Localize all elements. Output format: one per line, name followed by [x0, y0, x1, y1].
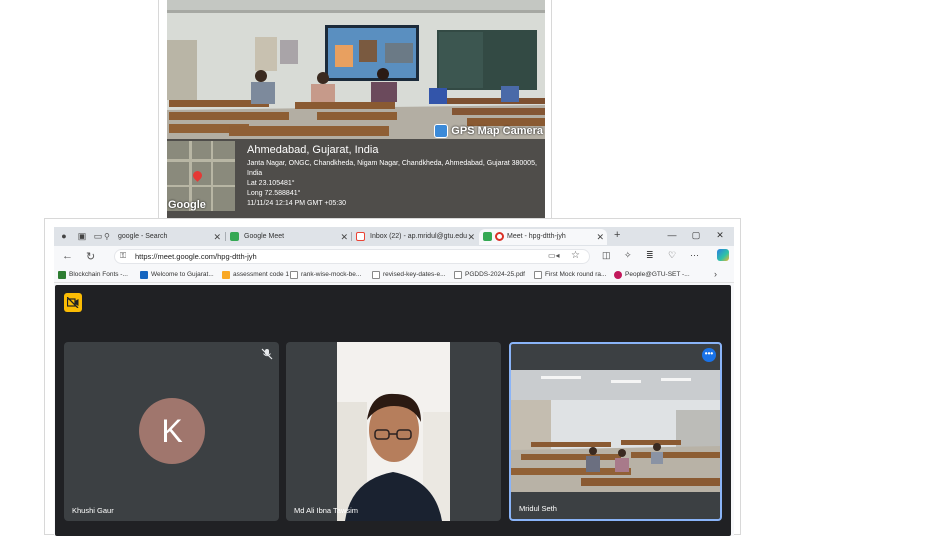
extensions-icon[interactable]: ✧ [624, 250, 632, 261]
meet-icon [483, 232, 492, 241]
tab-google-search[interactable]: ⚲ google - Search ✕ [100, 229, 224, 245]
geo-datetime: 11/11/24 12:14 PM GMT +05:30 [247, 200, 347, 207]
bookmark-item[interactable]: assessment code 1 [222, 269, 289, 281]
participant-name: Md Ali Ibna Tawsim [294, 506, 359, 515]
classroom-video-frame [511, 370, 720, 492]
minimize-icon[interactable]: — [666, 230, 678, 240]
geo-latitude: Lat 23.105481° [247, 180, 295, 187]
workspaces-icon[interactable]: ▣ [76, 230, 88, 242]
back-icon[interactable]: ← [62, 250, 73, 262]
geo-longitude: Long 72.588841° [247, 190, 301, 197]
bookmark-favicon [58, 271, 66, 279]
participant-tile-mridul[interactable]: ••• Mridul Seth [509, 342, 722, 521]
geo-city: Ahmedabad, Gujarat, India [247, 144, 379, 156]
meet-icon [230, 232, 239, 241]
close-icon[interactable]: ✕ [340, 229, 348, 245]
bookmark-item[interactable]: First Mock round ra... [534, 269, 606, 281]
map-thumbnail: Google [167, 141, 235, 211]
tab-meet-active[interactable]: Meet - hpg-dtth-jyh ✕ [479, 229, 607, 245]
search-icon: ⚲ [104, 232, 110, 241]
bookmark-label: assessment code 1 [233, 271, 290, 278]
site-info-icon[interactable]: ⚿ [120, 251, 126, 261]
folder-icon [222, 271, 230, 279]
maximize-icon[interactable]: ▢ [690, 230, 702, 241]
file-icon [454, 271, 462, 279]
close-icon[interactable]: ✕ [213, 229, 221, 245]
camera-off-button[interactable] [64, 293, 82, 312]
gps-badge-label: GPS Map Camera [451, 125, 543, 137]
bookmark-label: Welcome to Gujarat... [151, 271, 214, 278]
bookmark-item[interactable]: Welcome to Gujarat... [140, 269, 214, 281]
bookmarks-bar: Blockchain Fonts -... Welcome to Gujarat… [54, 267, 734, 283]
refresh-icon[interactable]: ↻ [86, 250, 95, 263]
map-pin-icon [191, 169, 204, 182]
copilot-icon[interactable] [717, 249, 729, 261]
more-menu-icon[interactable]: ⋯ [690, 250, 699, 261]
tab-google-meet[interactable]: Google Meet ✕ [226, 229, 351, 245]
more-options-button[interactable]: ••• [702, 348, 716, 362]
camera-in-use-icon[interactable]: ▭◂ [548, 251, 560, 260]
mic-off-icon [261, 348, 273, 360]
geo-address: Janta Nagar, ONGC, Chandkheda, Nigam Nag… [247, 160, 537, 167]
file-icon [372, 271, 380, 279]
map-google-logo: Google [168, 199, 206, 211]
participant-name: Mridul Seth [519, 504, 557, 513]
participant-tile-khushi[interactable]: K Khushi Gaur [64, 342, 279, 521]
close-window-icon[interactable]: ✕ [714, 230, 726, 241]
geo-info-overlay: Google Ahmedabad, Gujarat, India Janta N… [167, 139, 545, 219]
gmail-icon [356, 232, 365, 241]
video-frame [337, 342, 450, 521]
tab-label: Google Meet [244, 233, 285, 240]
bookmark-favicon [140, 271, 148, 279]
participant-video [337, 342, 450, 521]
favorite-star-icon[interactable]: ☆ [571, 250, 580, 261]
bookmark-item[interactable]: People@GTU-SET -... [614, 269, 690, 281]
close-icon[interactable]: ✕ [596, 229, 604, 245]
url-text[interactable]: https://meet.google.com/hpg-dtth-jyh [135, 252, 257, 261]
bookmark-item[interactable]: revised-key-dates-e... [372, 269, 446, 281]
geo-address-country: India [247, 170, 263, 177]
bookmark-label: People@GTU-SET -... [625, 271, 690, 278]
meet-stage: K Khushi Gaur Md Ali Ibna Tawsim ••• Mri… [55, 285, 731, 536]
address-bar-row: ← ↻ ⚿ https://meet.google.com/hpg-dtth-j… [54, 246, 734, 267]
browser-essentials-icon[interactable]: ♡ [668, 250, 676, 261]
bookmark-label: PGDDS-2024-25.pdf [465, 271, 525, 278]
participant-name: Khushi Gaur [72, 506, 114, 515]
tab-gmail-inbox[interactable]: Inbox (22) - ap.mridul@gtu.edu ✕ [352, 229, 478, 245]
bookmark-label: rank-wise-mock-be... [301, 271, 362, 278]
collections-icon[interactable]: ≣ [646, 250, 654, 261]
profile-icon[interactable]: ● [58, 230, 70, 242]
participant-video [511, 370, 720, 492]
tab-label: google - Search [118, 233, 168, 240]
close-icon[interactable]: ✕ [467, 229, 475, 245]
bookmark-label: First Mock round ra... [545, 271, 607, 278]
classroom-photo: GPS Map Camera Google Ahmedabad, Gujarat… [167, 0, 545, 219]
bookmark-item[interactable]: PGDDS-2024-25.pdf [454, 269, 525, 281]
gps-camera-icon [434, 124, 449, 138]
avatar: K [139, 398, 205, 464]
chevron-right-icon[interactable]: › [714, 269, 717, 279]
new-tab-button[interactable]: + [614, 229, 620, 241]
tab-label: Meet - hpg-dtth-jyh [507, 233, 566, 240]
bookmark-label: revised-key-dates-e... [383, 271, 446, 278]
tab-strip: ● ▣ ▭ ⚲ google - Search ✕ Google Meet ✕ … [54, 227, 734, 246]
tab-label: Inbox (22) - ap.mridul@gtu.edu [370, 233, 467, 240]
geo-text-block: Ahmedabad, Gujarat, India Janta Nagar, O… [247, 144, 542, 209]
bookmark-item[interactable]: Blockchain Fonts -... [58, 269, 128, 281]
participant-tile-tawsim[interactable]: Md Ali Ibna Tawsim [286, 342, 501, 521]
meet-screenshot: ● ▣ ▭ ⚲ google - Search ✕ Google Meet ✕ … [44, 218, 741, 536]
gps-map-camera-badge: GPS Map Camera [434, 123, 543, 139]
file-icon [290, 271, 298, 279]
bookmark-label: Blockchain Fonts -... [69, 271, 128, 278]
video-off-icon [67, 297, 79, 308]
recording-icon [495, 232, 504, 241]
address-bar[interactable]: ⚿ https://meet.google.com/hpg-dtth-jyh ▭… [114, 249, 590, 264]
file-icon [534, 271, 542, 279]
reading-view-icon[interactable]: ◫ [602, 250, 611, 261]
bookmark-favicon [614, 271, 622, 279]
bookmark-item[interactable]: rank-wise-mock-be... [290, 269, 361, 281]
geotagged-photo-card: GPS Map Camera Google Ahmedabad, Gujarat… [158, 0, 552, 219]
browser-window: ● ▣ ▭ ⚲ google - Search ✕ Google Meet ✕ … [54, 227, 734, 536]
